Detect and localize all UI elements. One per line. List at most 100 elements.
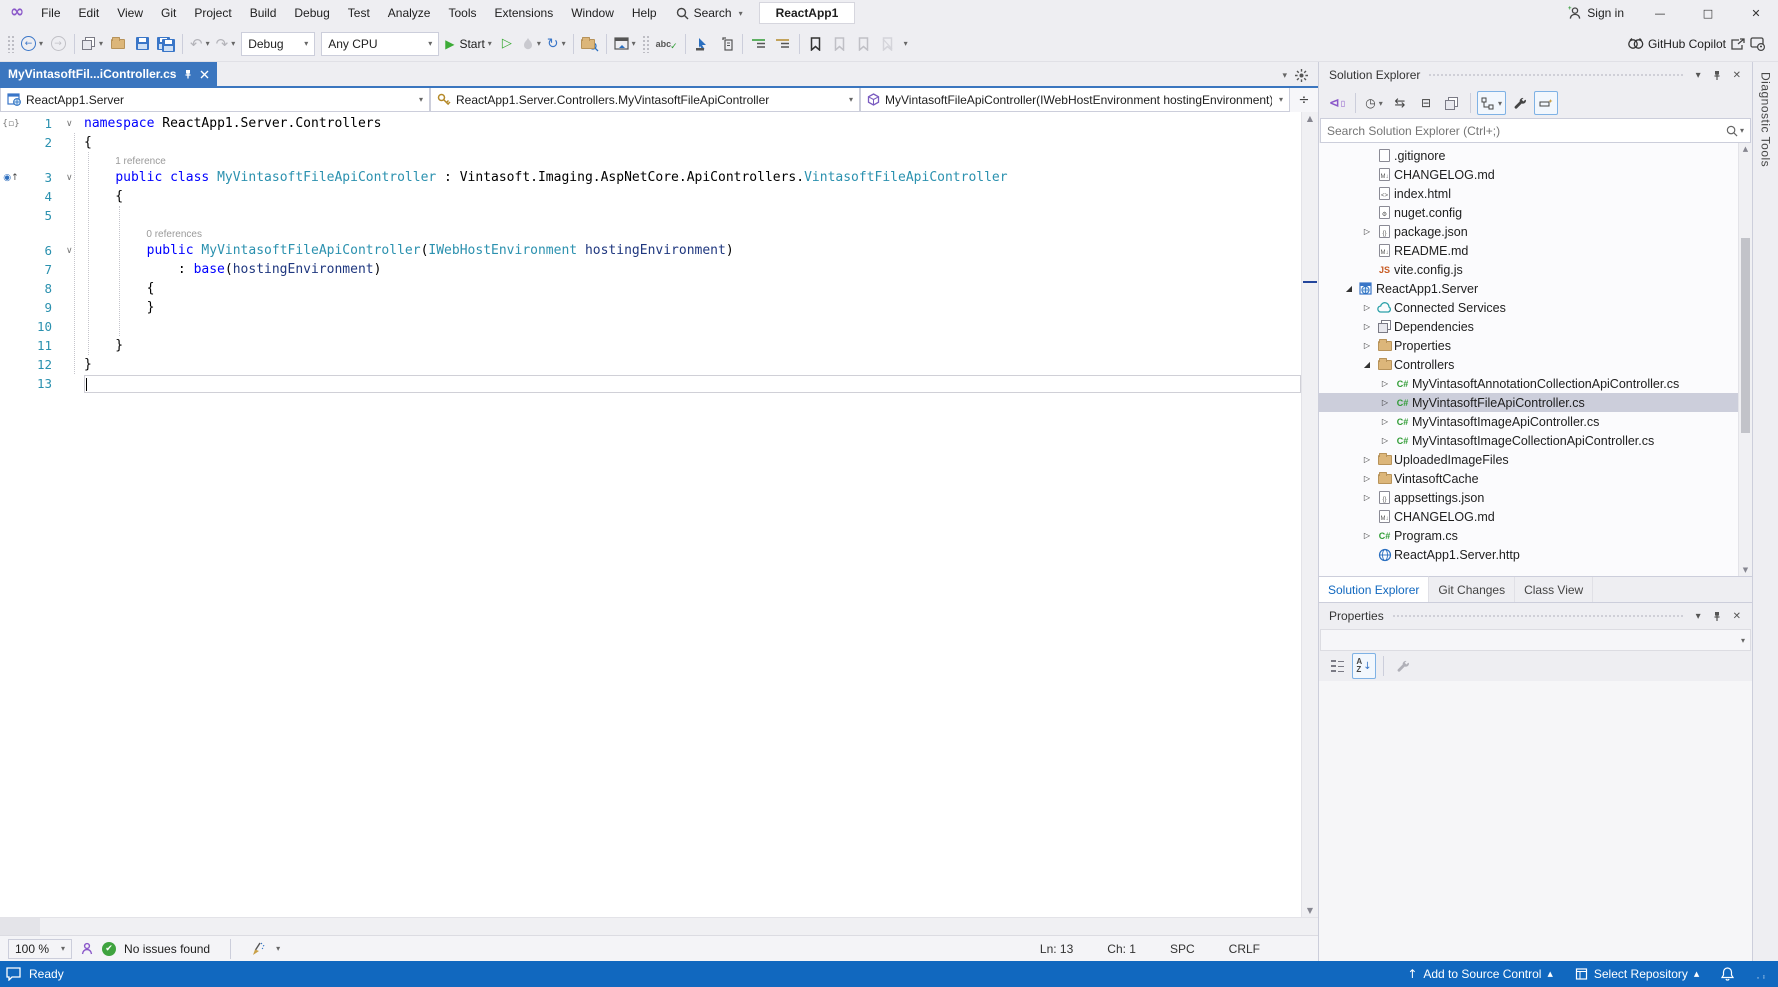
solution-platforms-select[interactable]: Any CPU▾ <box>321 32 439 56</box>
active-files-dropdown-icon[interactable]: ▾ <box>1280 71 1287 81</box>
code-line-5[interactable]: 5 <box>0 206 1301 225</box>
github-copilot-label[interactable]: GitHub Copilot <box>1648 37 1726 51</box>
pin-icon[interactable] <box>1712 70 1722 81</box>
tree-item-myvintasoftannotationcollectionapicontroller-cs[interactable]: ▷C#MyVintasoftAnnotationCollectionApiCon… <box>1319 374 1738 393</box>
pane-options-icon[interactable]: ▾ <box>1693 70 1704 81</box>
indentation-indicator[interactable]: SPC <box>1170 942 1195 956</box>
tree-item-vite-config-js[interactable]: JSvite.config.js <box>1319 260 1738 279</box>
code-line-4[interactable]: 4 { <box>0 187 1301 206</box>
toolbar-drag-handle[interactable] <box>7 35 15 53</box>
search-icon[interactable] <box>1726 125 1738 137</box>
tool-tab-class-view[interactable]: Class View <box>1515 577 1593 602</box>
expander-collapsed-icon[interactable]: ▷ <box>1377 398 1393 407</box>
code-editor[interactable]: {▫}1∨namespace ReactApp1.Server.Controll… <box>0 112 1318 917</box>
solution-explorer-search[interactable]: ▾ <box>1320 118 1751 143</box>
search-options-icon[interactable]: ▾ <box>1738 126 1744 135</box>
save-all-button[interactable] <box>154 31 178 57</box>
navbar-project-select[interactable]: ReactApp1.Server ▾ <box>0 88 430 112</box>
tree-item-dependencies[interactable]: ▷Dependencies <box>1319 317 1738 336</box>
sync-with-active-document-button[interactable]: ⇆ <box>1388 91 1412 115</box>
toolbar-drag-handle[interactable] <box>642 35 650 53</box>
code-cleanup-icon[interactable] <box>251 942 266 956</box>
tree-item-nuget-config[interactable]: ⚙nuget.config <box>1319 203 1738 222</box>
expander-collapsed-icon[interactable]: ▷ <box>1359 455 1375 464</box>
menu-build[interactable]: Build <box>241 2 286 24</box>
code-line-11[interactable]: 11 } <box>0 336 1301 355</box>
code-line-2[interactable]: 2{ <box>0 133 1301 152</box>
new-project-button[interactable]: ▾ <box>79 31 106 57</box>
toolbar-overflow-button[interactable]: ▾ <box>900 39 912 48</box>
fold-marker[interactable]: ∨ <box>66 119 84 129</box>
expander-collapsed-icon[interactable]: ▷ <box>1377 436 1393 445</box>
menu-project[interactable]: Project <box>185 2 240 24</box>
select-element-button[interactable] <box>690 31 714 57</box>
solution-explorer-title-bar[interactable]: Solution Explorer ▾ ✕ <box>1319 62 1752 88</box>
code-line-10[interactable]: 10 <box>0 317 1301 336</box>
feedback-icon[interactable] <box>6 967 21 981</box>
tool-tab-solution-explorer[interactable]: Solution Explorer <box>1319 576 1429 602</box>
code-line-13[interactable]: 13 <box>0 374 1301 393</box>
property-pages-wrench-button[interactable] <box>1391 653 1415 679</box>
expander-collapsed-icon[interactable]: ▷ <box>1377 417 1393 426</box>
expander-collapsed-icon[interactable]: ▷ <box>1359 303 1375 312</box>
code-line-3[interactable]: ◉↑3∨ public class MyVintasoftFileApiCont… <box>0 168 1301 187</box>
codelens-references[interactable]: 0 references <box>0 225 1301 241</box>
tree-item-index-html[interactable]: <>index.html <box>1319 184 1738 203</box>
decrease-indent-button[interactable] <box>747 31 771 57</box>
menu-edit[interactable]: Edit <box>70 2 109 24</box>
collapse-all-button[interactable]: ⊟ <box>1414 91 1438 115</box>
expander-collapsed-icon[interactable]: ▷ <box>1359 341 1375 350</box>
open-file-button[interactable] <box>106 31 130 57</box>
menu-test[interactable]: Test <box>339 2 379 24</box>
menu-extensions[interactable]: Extensions <box>486 2 563 24</box>
increase-indent-button[interactable] <box>771 31 795 57</box>
window-options-icon[interactable] <box>1295 69 1308 82</box>
tree-item-changelog-md[interactable]: M↓CHANGELOG.md <box>1319 507 1738 526</box>
code-line-8[interactable]: 8 { <box>0 279 1301 298</box>
tree-item-reactapp1-server[interactable]: ◢ReactApp1.Server <box>1319 279 1738 298</box>
expander-expanded-icon[interactable]: ◢ <box>1359 360 1375 369</box>
code-line-12[interactable]: 12} <box>0 355 1301 374</box>
select-repository-button[interactable]: Select Repository ▲ <box>1575 967 1699 981</box>
tree-item-myvintasoftimageapicontroller-cs[interactable]: ▷C#MyVintasoftImageApiController.cs <box>1319 412 1738 431</box>
expander-collapsed-icon[interactable]: ▷ <box>1359 531 1375 540</box>
previous-bookmark-button[interactable] <box>828 31 852 57</box>
resize-grip[interactable]: ⡀⡄ <box>1756 970 1768 979</box>
menu-view[interactable]: View <box>108 2 152 24</box>
close-pane-icon[interactable]: ✕ <box>1730 611 1744 622</box>
menu-git[interactable]: Git <box>152 2 185 24</box>
menu-analyze[interactable]: Analyze <box>379 2 440 24</box>
code-line-6[interactable]: 6∨ public MyVintasoftFileApiController(I… <box>0 241 1301 260</box>
code-cleanup-dropdown-icon[interactable]: ▾ <box>274 944 280 953</box>
sign-in-button[interactable]: + Sign in <box>1558 3 1634 23</box>
diagnostic-tools-tab[interactable]: Diagnostic Tools <box>1759 72 1773 167</box>
pending-changes-filter-button[interactable]: ◷▾ <box>1362 91 1386 115</box>
find-in-files-button[interactable] <box>578 31 602 57</box>
fold-marker[interactable]: ∨ <box>66 173 84 183</box>
navigate-forward-button[interactable]: → <box>46 31 70 57</box>
scroll-down-icon[interactable]: ▼ <box>1302 906 1318 915</box>
tree-item-appsettings-json[interactable]: ▷{}appsettings.json <box>1319 488 1738 507</box>
tab-close-icon[interactable] <box>200 70 209 79</box>
categorized-view-button[interactable] <box>1325 653 1349 679</box>
tree-item-myvintasoftimagecollectionapicontroller-cs[interactable]: ▷C#MyVintasoftImageCollectionApiControll… <box>1319 431 1738 450</box>
toggle-bookmark-button[interactable] <box>804 31 828 57</box>
solution-explorer-search-input[interactable] <box>1327 124 1726 138</box>
hot-reload-button[interactable]: ▾ <box>519 31 544 57</box>
expander-expanded-icon[interactable]: ◢ <box>1341 284 1357 293</box>
close-button[interactable]: ✕ <box>1734 0 1778 26</box>
live-share-icon[interactable] <box>80 942 94 956</box>
zoom-select[interactable]: 100 %▾ <box>8 939 72 959</box>
column-indicator[interactable]: Ch: 1 <box>1107 942 1136 956</box>
line-indicator[interactable]: Ln: 13 <box>1040 942 1073 956</box>
breakpoint-margin[interactable]: ◉↑ <box>0 173 22 183</box>
minimize-button[interactable]: — <box>1638 0 1682 26</box>
tool-tab-git-changes[interactable]: Git Changes <box>1429 577 1515 602</box>
code-line-7[interactable]: 7 : base(hostingEnvironment) <box>0 260 1301 279</box>
save-button[interactable] <box>130 31 154 57</box>
tree-item-properties[interactable]: ▷Properties <box>1319 336 1738 355</box>
editor-vertical-scrollbar[interactable]: ▲ ▼ <box>1301 112 1318 917</box>
expander-collapsed-icon[interactable]: ▷ <box>1359 474 1375 483</box>
nested-view-button[interactable]: ▾ <box>1477 91 1506 115</box>
tree-item-vintasoftcache[interactable]: ▷VintasoftCache <box>1319 469 1738 488</box>
